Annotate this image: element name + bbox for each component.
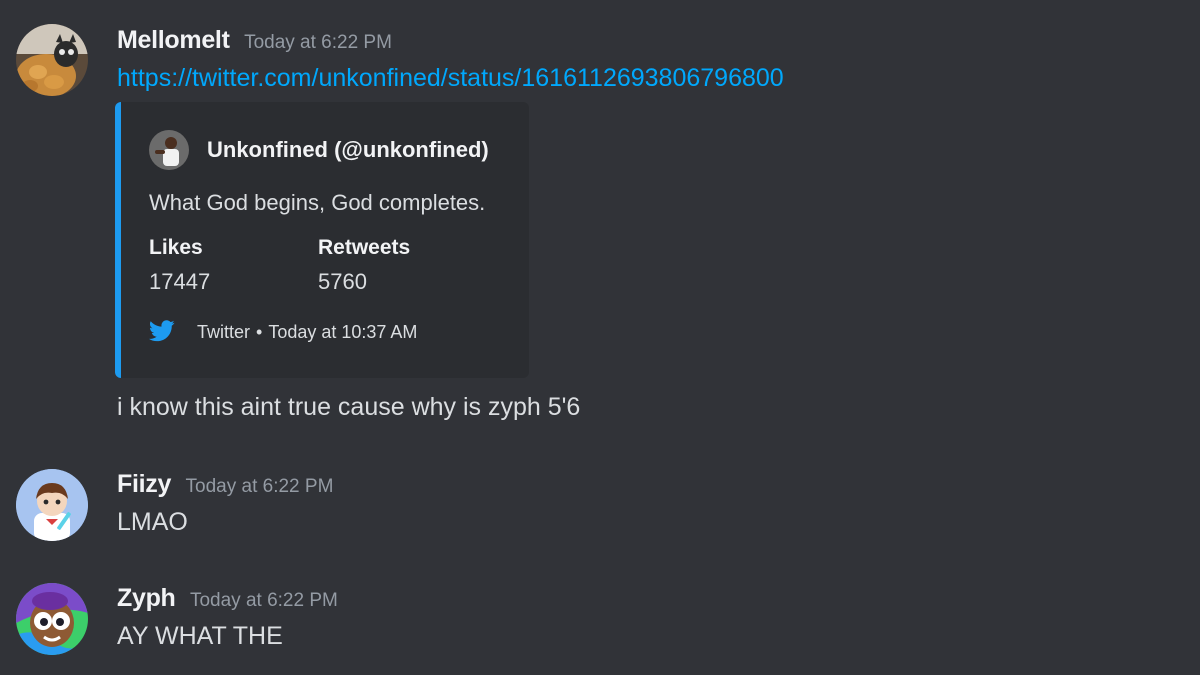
avatar-fiizy[interactable] [16, 469, 88, 541]
tweet-embed: Unkonfined (@unkonfined) What God begins… [115, 102, 529, 378]
message-text: LMAO [117, 508, 188, 536]
message-link: https://twitter.com/unkonfined/status/16… [117, 64, 784, 93]
avatar-mellomelt[interactable] [16, 24, 88, 96]
embed-description: What God begins, God completes. [149, 190, 486, 215]
message-text: AY WHAT THE [117, 622, 283, 650]
field-name: Retweets [318, 236, 411, 259]
message-text: i know this aint true cause why is zyph … [117, 393, 581, 421]
message-header: Zyph Today at 6:22 PM [117, 584, 338, 613]
footer-separator: • [256, 321, 263, 342]
twitter-bird-icon [148, 320, 177, 344]
field-name: Likes [149, 236, 203, 259]
embed-field-retweets: Retweets 5760 [318, 236, 410, 295]
timestamp: Today at 6:22 PM [185, 476, 334, 497]
timestamp: Today at 6:22 PM [244, 32, 392, 53]
embed-author-name[interactable]: Unkonfined (@unkonfined) [207, 137, 489, 163]
username[interactable]: Mellomelt [117, 26, 230, 54]
embed-author: Unkonfined (@unkonfined) [149, 130, 489, 170]
chat-messages: Mellomelt Today at 6:22 PM https://twitt… [0, 0, 1200, 675]
timestamp: Today at 6:22 PM [189, 590, 338, 611]
footer-source: Twitter [197, 321, 251, 342]
embed-footer: Twitter • Today at 10:37 AM [148, 320, 418, 344]
embed-author-avatar[interactable] [149, 130, 189, 170]
field-value: 17447 [149, 269, 211, 294]
avatar-zyph[interactable] [16, 583, 88, 655]
username[interactable]: Fiizy [117, 470, 171, 498]
field-value: 5760 [318, 269, 367, 294]
username[interactable]: Zyph [117, 584, 176, 612]
footer-time: Today at 10:37 AM [268, 321, 418, 342]
embed-field-likes: Likes 17447 [149, 236, 210, 295]
tweet-link[interactable]: https://twitter.com/unkonfined/status/16… [117, 64, 784, 92]
message-header: Fiizy Today at 6:22 PM [117, 470, 333, 499]
message-header: Mellomelt Today at 6:22 PM [117, 26, 392, 55]
